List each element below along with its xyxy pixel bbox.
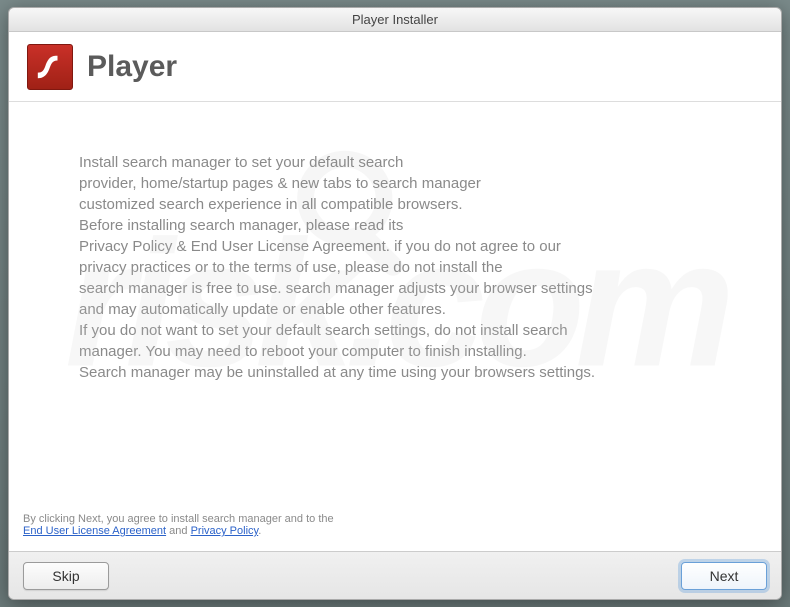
consent-prefix: By clicking Next, you agree to install s… [23,513,334,525]
app-name: Player [87,50,177,84]
eula-link[interactable]: End User License Agreement [23,525,166,537]
content-area: Install search manager to set your defau… [9,102,781,503]
skip-button[interactable]: Skip [23,562,109,590]
next-button[interactable]: Next [681,562,767,590]
consent-suffix: . [258,525,261,537]
flash-logo-icon [27,44,73,90]
consent-and: and [166,525,190,537]
titlebar: Player Installer [9,8,781,32]
header: Player [9,32,781,102]
description-text: Install search manager to set your defau… [79,152,711,383]
consent-text: By clicking Next, you agree to install s… [9,503,781,551]
window-title: Player Installer [352,12,438,27]
button-bar: Skip Next [9,551,781,599]
installer-window: Player Installer Player Install search m… [8,7,782,600]
privacy-link[interactable]: Privacy Policy [191,525,259,537]
